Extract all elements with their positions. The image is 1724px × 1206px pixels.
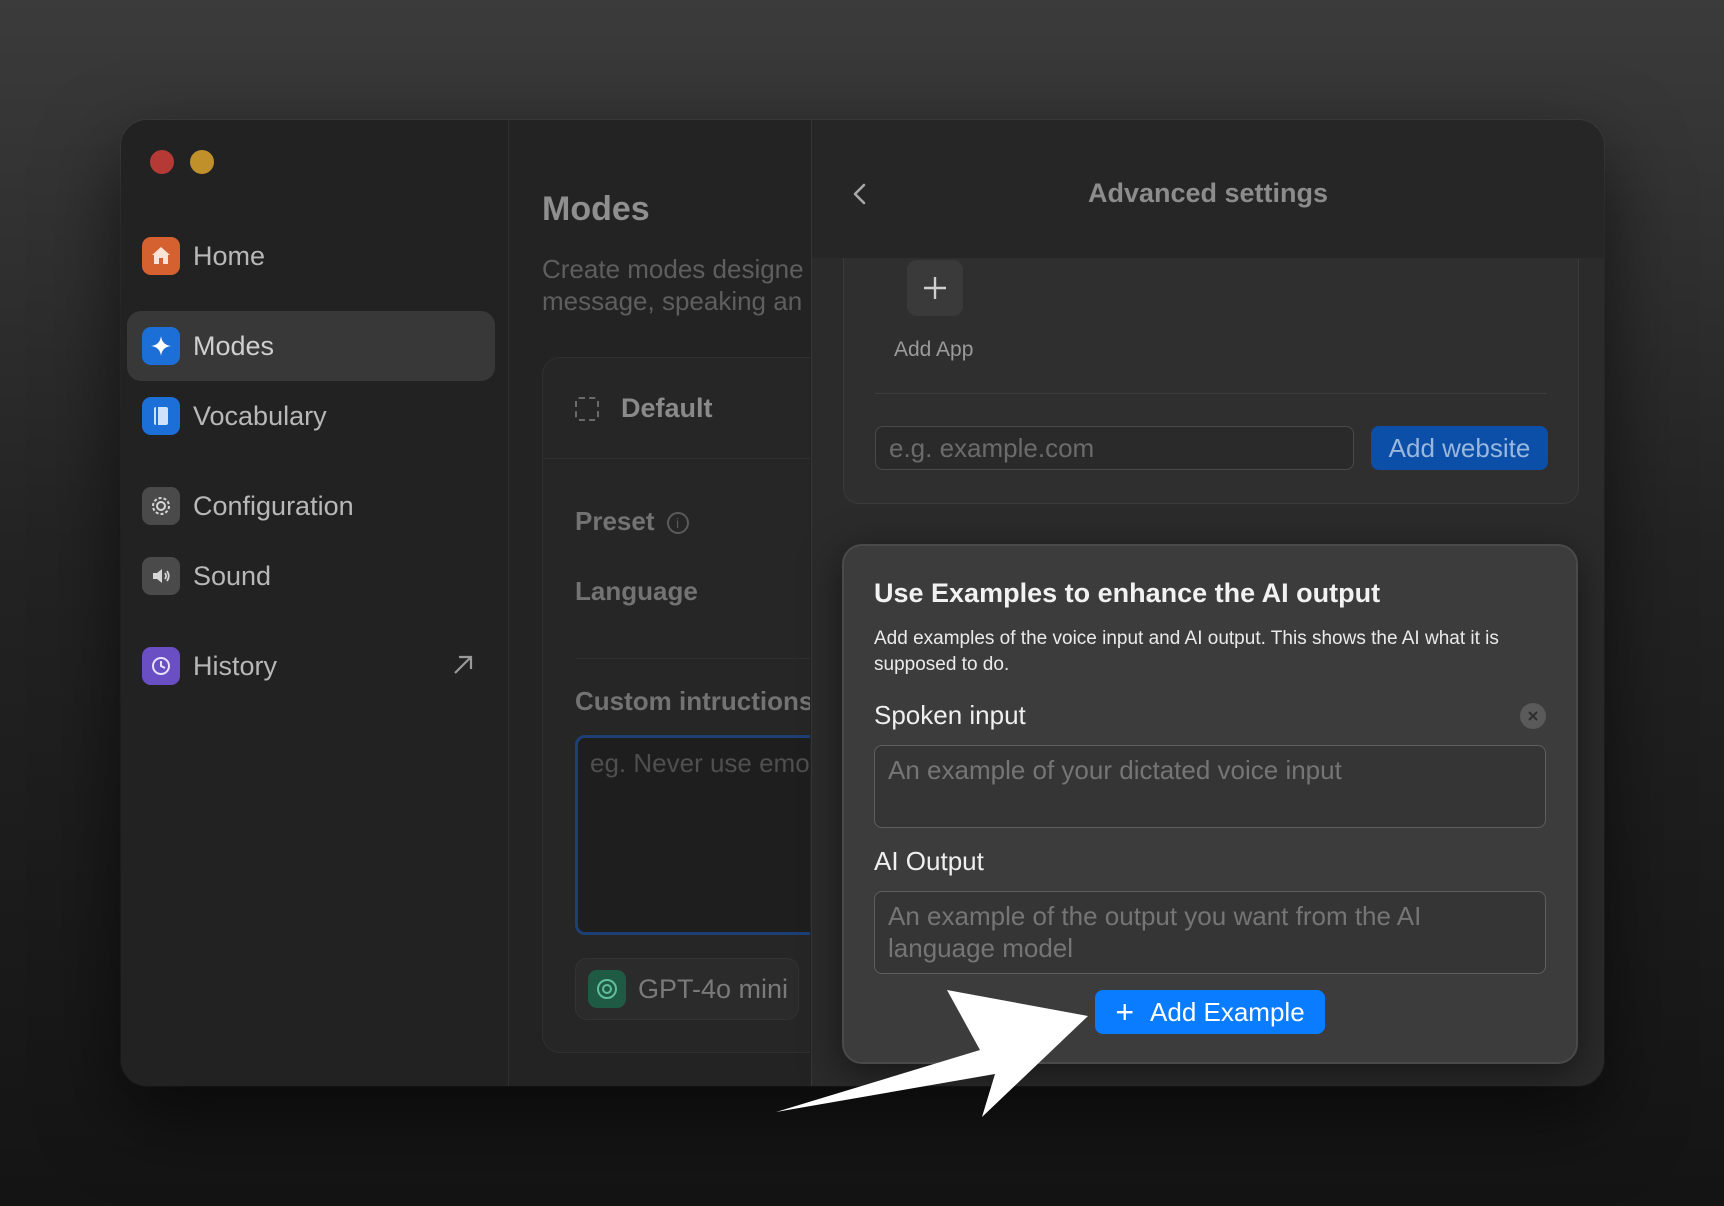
sidebar-item-label: Home bbox=[193, 240, 266, 271]
sidebar-item-home[interactable]: Home bbox=[127, 221, 495, 291]
sidebar-item-label: Configuration bbox=[193, 490, 354, 521]
page-description: Create modes designe message, speaking a… bbox=[542, 253, 810, 317]
sidebar-item-vocabulary[interactable]: Vocabulary bbox=[127, 381, 495, 451]
dialog-description: Add examples of the voice input and AI o… bbox=[874, 628, 1499, 675]
sidebar-item-label: History bbox=[193, 650, 278, 681]
advanced-settings-panel: Advanced settings Add App Add website Us… bbox=[811, 120, 1604, 1086]
remove-example-button[interactable] bbox=[1520, 703, 1546, 729]
preset-label-text: Preset bbox=[575, 506, 655, 536]
sidebar-item-label: Modes bbox=[193, 330, 275, 361]
speaker-icon bbox=[142, 557, 180, 595]
annotation-arrow-icon bbox=[776, 990, 1088, 1117]
mode-row[interactable]: Default bbox=[575, 393, 713, 424]
sidebar-item-label: Vocabulary bbox=[193, 400, 327, 431]
close-icon bbox=[1528, 711, 1538, 721]
description-line: Create modes designe bbox=[542, 254, 804, 284]
add-example-button[interactable]: + Add Example bbox=[1095, 990, 1325, 1034]
custom-instructions-label: Custom intructions bbox=[575, 686, 810, 716]
app-window: Home Modes Vocabulary Configuration Soun bbox=[121, 120, 1604, 1086]
sparkle-icon bbox=[142, 327, 180, 365]
history-icon bbox=[142, 647, 180, 685]
add-example-label: Add Example bbox=[1150, 996, 1305, 1027]
add-app-button[interactable] bbox=[907, 260, 963, 316]
add-app-label: Add App bbox=[894, 338, 974, 361]
sidebar: Home Modes Vocabulary Configuration Soun bbox=[121, 120, 509, 1086]
language-label: Language bbox=[575, 576, 698, 606]
ai-output-field[interactable] bbox=[874, 891, 1546, 974]
description-line: message, speaking an bbox=[542, 286, 803, 316]
preset-label: Preset i bbox=[575, 506, 689, 537]
model-name: GPT-4o mini bbox=[638, 973, 789, 1004]
sidebar-item-history[interactable]: History bbox=[127, 631, 495, 701]
mode-placeholder-icon bbox=[575, 396, 599, 421]
panel-title: Advanced settings bbox=[1087, 178, 1329, 208]
openai-icon bbox=[588, 970, 626, 1008]
sidebar-item-sound[interactable]: Sound bbox=[127, 541, 495, 611]
spoken-input-field[interactable] bbox=[874, 745, 1546, 828]
modes-panel: Modes Create modes designe message, spea… bbox=[510, 120, 810, 1086]
minimize-window-button[interactable] bbox=[190, 150, 214, 174]
sidebar-item-label: Sound bbox=[193, 560, 272, 591]
panel-header: Advanced settings bbox=[812, 120, 1604, 258]
spoken-input-label: Spoken input bbox=[874, 700, 1026, 730]
page-title: Modes bbox=[542, 190, 650, 228]
website-input[interactable] bbox=[875, 426, 1354, 470]
gear-icon bbox=[142, 487, 180, 525]
info-icon[interactable]: i bbox=[666, 512, 689, 535]
divider bbox=[543, 458, 810, 459]
book-icon bbox=[142, 397, 180, 435]
sidebar-item-modes[interactable]: Modes bbox=[127, 311, 495, 381]
divider bbox=[875, 393, 1547, 394]
model-selector[interactable]: GPT-4o mini bbox=[575, 958, 799, 1020]
plus-icon: + bbox=[1115, 994, 1135, 1030]
mode-name: Default bbox=[621, 393, 713, 423]
close-window-button[interactable] bbox=[150, 150, 174, 174]
divider bbox=[575, 658, 810, 659]
apps-websites-card: Add App Add website bbox=[843, 258, 1579, 504]
add-website-button[interactable]: Add website bbox=[1371, 426, 1548, 470]
custom-instructions-placeholder: eg. Never use emo bbox=[590, 748, 810, 778]
sidebar-item-configuration[interactable]: Configuration bbox=[127, 471, 495, 541]
mode-card: Default Preset i Language Custom intructi… bbox=[542, 357, 810, 1053]
dialog-title: Use Examples to enhance the AI output bbox=[874, 578, 1381, 608]
examples-dialog: Use Examples to enhance the AI output Ad… bbox=[842, 544, 1578, 1064]
custom-instructions-input[interactable]: eg. Never use emo bbox=[575, 735, 810, 935]
plus-icon bbox=[924, 277, 946, 299]
external-link-icon bbox=[454, 655, 473, 674]
house-icon bbox=[142, 237, 180, 275]
ai-output-label: AI Output bbox=[874, 846, 984, 876]
